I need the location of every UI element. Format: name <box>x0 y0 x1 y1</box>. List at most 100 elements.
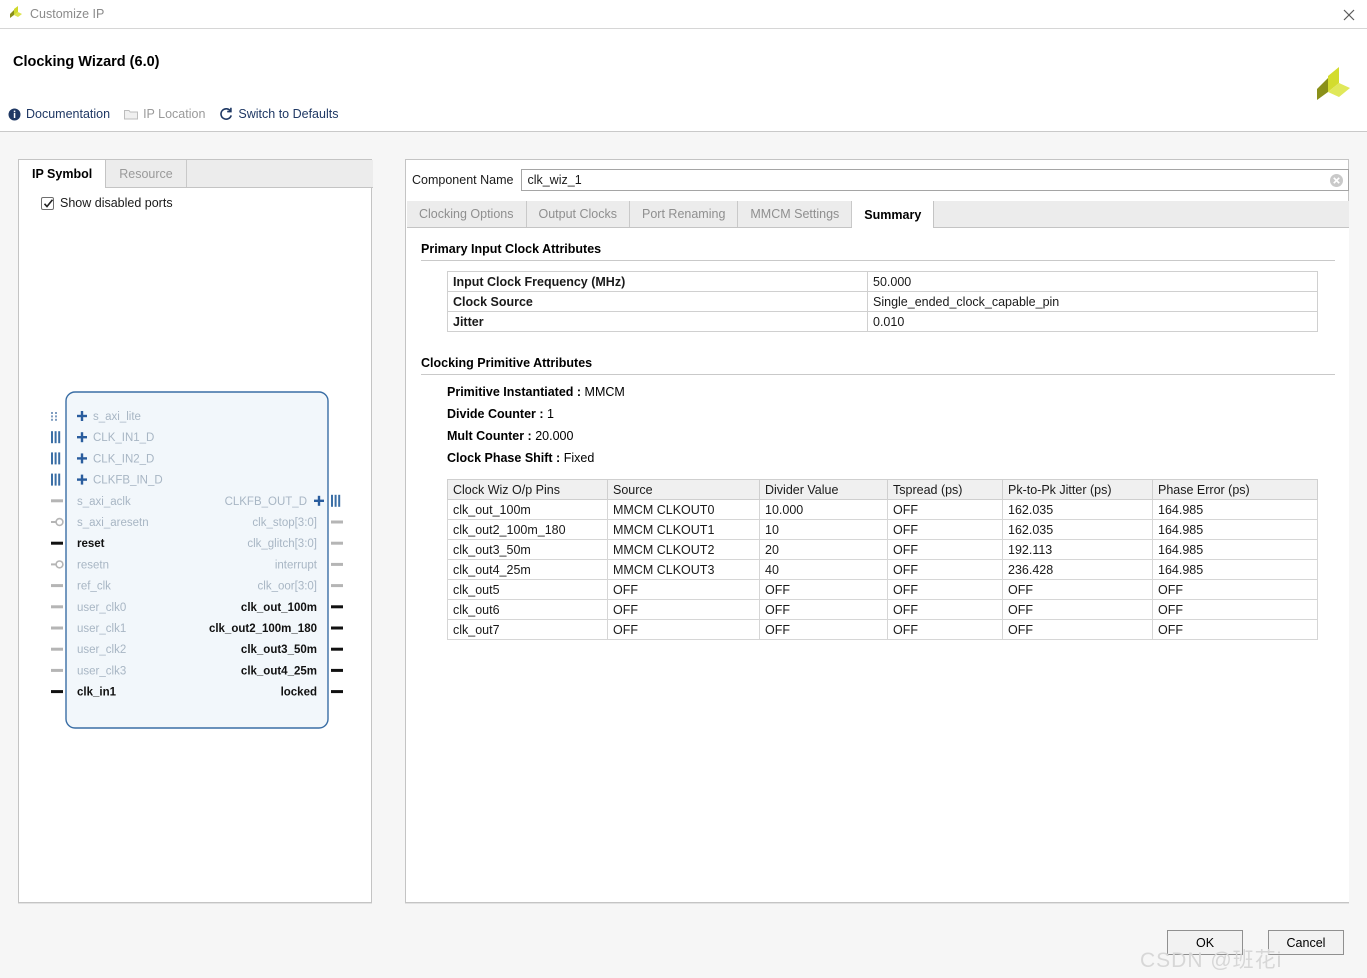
table-cell: OFF <box>887 559 1003 580</box>
port-connector-bus-solid-icon <box>51 473 61 486</box>
table-cell: 164.985 <box>1152 499 1318 520</box>
port-connector-bus-dotted-icon <box>51 412 57 421</box>
component-name-input[interactable]: clk_wiz_1 <box>521 169 1350 191</box>
input-port-label: user_clk0 <box>77 602 126 614</box>
input-port-label: resetn <box>77 559 109 571</box>
output-port-label: CLKFB_OUT_D <box>225 496 307 508</box>
table-cell: OFF <box>607 579 760 600</box>
table-header-row: Clock Wiz O/p Pins Source Divider Value Tsp… <box>447 479 1318 500</box>
clear-circle-icon[interactable] <box>1329 173 1344 191</box>
attribute-value: 0.010 <box>867 311 1318 332</box>
xilinx-brand-logo-icon <box>1312 65 1352 108</box>
table-cell: OFF <box>887 619 1003 640</box>
switch-to-defaults-button[interactable]: Switch to Defaults <box>219 107 338 121</box>
ok-button[interactable]: OK <box>1167 930 1243 955</box>
primary-input-clock-table: Input Clock Frequency (MHz) 50.000 Clock S… <box>447 271 1318 332</box>
table-row[interactable]: clk_out5 OFF OFF OFF OFF OFF <box>447 579 1318 600</box>
attribute-value: 50.000 <box>867 271 1318 292</box>
ip-symbol-panel: IP Symbol Resource Show disabled ports s… <box>18 159 373 903</box>
summary-content: Primary Input Clock Attributes Input Clo… <box>407 228 1349 902</box>
column-header[interactable]: Divider Value <box>759 479 888 500</box>
page-title: Clocking Wizard (6.0) <box>13 54 160 70</box>
output-port-label: clk_out2_100m_180 <box>209 623 317 635</box>
section-divider <box>421 374 1335 375</box>
table-row[interactable]: clk_out_100m MMCM CLKOUT0 10.000 OFF 162.035… <box>447 499 1318 520</box>
table-cell: OFF <box>1152 579 1318 600</box>
table-cell: OFF <box>1002 619 1153 640</box>
output-port-label: interrupt <box>275 559 318 571</box>
column-header[interactable]: Source <box>607 479 760 500</box>
table-cell: MMCM CLKOUT2 <box>607 539 760 560</box>
clock-output-table: Clock Wiz O/p Pins Source Divider Value Tsp… <box>447 479 1318 640</box>
table-cell: 20 <box>759 539 888 560</box>
header-band: Clocking Wizard (6.0) Documentation IP L… <box>0 29 1367 132</box>
table-cell: clk_out7 <box>447 619 608 640</box>
ip-location-label: IP Location <box>143 107 206 121</box>
documentation-button[interactable]: Documentation <box>8 107 110 121</box>
tab-summary-label: Summary <box>864 207 922 222</box>
input-port-label: CLKFB_IN_D <box>93 475 163 487</box>
table-cell: 236.428 <box>1002 559 1153 580</box>
input-port-label: user_clk3 <box>77 665 126 677</box>
input-port-label: user_clk1 <box>77 623 126 635</box>
table-cell: OFF <box>759 579 888 600</box>
primitive-attribute: Mult Counter : 20.000 <box>447 429 1349 443</box>
table-row[interactable]: clk_out3_50m MMCM CLKOUT2 20 OFF 192.113 164.… <box>447 539 1318 560</box>
tab-output-clocks[interactable]: Output Clocks <box>527 201 631 227</box>
table-row: Input Clock Frequency (MHz) 50.000 <box>447 271 1318 292</box>
ok-button-label: OK <box>1195 935 1215 950</box>
dialog-body: IP Symbol Resource Show disabled ports s… <box>0 132 1367 916</box>
documentation-label: Documentation <box>26 107 111 121</box>
table-cell: OFF <box>887 579 1003 600</box>
input-port-label: s_axi_lite <box>93 411 141 423</box>
output-port-label: locked <box>281 687 317 699</box>
tab-clocking-options[interactable]: Clocking Options <box>407 201 527 227</box>
tab-port-renaming[interactable]: Port Renaming <box>630 201 739 227</box>
primitive-attribute: Divide Counter : 1 <box>447 407 1349 421</box>
input-port-label: s_axi_aresetn <box>77 517 149 529</box>
table-cell: 164.985 <box>1152 519 1318 540</box>
input-port-label: clk_in1 <box>77 687 117 699</box>
column-header[interactable]: Clock Wiz O/p Pins <box>447 479 608 500</box>
primitive-attribute-key: Primitive Instantiated : <box>447 385 585 399</box>
output-port-label: clk_out_100m <box>241 602 317 614</box>
table-cell: OFF <box>1152 599 1318 620</box>
component-name-label: Component Name <box>412 173 514 187</box>
column-header[interactable]: Tspread (ps) <box>887 479 1003 500</box>
tab-port-renaming-label: Port Renaming <box>642 207 726 221</box>
component-name-row: Component Name clk_wiz_1 <box>406 160 1350 200</box>
column-header[interactable]: Pk-to-Pk Jitter (ps) <box>1002 479 1153 500</box>
input-port-label: reset <box>77 538 105 550</box>
table-row[interactable]: clk_out2_100m_180 MMCM CLKOUT1 10 OFF 162.03… <box>447 519 1318 540</box>
table-cell: 162.035 <box>1002 519 1153 540</box>
column-header[interactable]: Phase Error (ps) <box>1152 479 1318 500</box>
output-port-label: clk_glitch[3:0] <box>247 538 317 550</box>
tab-mmcm-settings-label: MMCM Settings <box>750 207 840 221</box>
close-icon[interactable] <box>1341 7 1357 23</box>
table-row[interactable]: clk_out7 OFF OFF OFF OFF OFF <box>447 619 1318 640</box>
table-row[interactable]: clk_out4_25m MMCM CLKOUT3 40 OFF 236.428 164.… <box>447 559 1318 580</box>
primitive-attribute: Clock Phase Shift : Fixed <box>447 451 1349 465</box>
table-cell: 162.035 <box>1002 499 1153 520</box>
table-cell: OFF <box>1152 619 1318 640</box>
port-connector-bus-solid-icon <box>51 431 61 444</box>
input-port-label: s_axi_aclk <box>77 496 131 508</box>
input-port-label: CLK_IN1_D <box>93 432 154 444</box>
ip-location-button[interactable]: IP Location <box>124 107 205 121</box>
clocking-primitive-title: Clocking Primitive Attributes <box>421 356 593 370</box>
window-title-bar: Customize IP <box>0 0 1367 29</box>
tab-mmcm-settings[interactable]: MMCM Settings <box>738 201 853 227</box>
table-cell: OFF <box>607 619 760 640</box>
table-cell: 10.000 <box>759 499 888 520</box>
table-row[interactable]: clk_out6 OFF OFF OFF OFF OFF <box>447 599 1318 620</box>
dialog-footer: OK Cancel <box>0 916 1367 978</box>
primitive-attribute-key: Clock Phase Shift : <box>447 451 564 465</box>
cancel-button[interactable]: Cancel <box>1268 930 1344 955</box>
input-port-label: user_clk2 <box>77 644 126 656</box>
table-cell: OFF <box>887 519 1003 540</box>
window-title: Customize IP <box>30 7 105 21</box>
tab-summary[interactable]: Summary <box>852 201 935 228</box>
table-cell: 192.113 <box>1002 539 1153 560</box>
table-cell: 40 <box>759 559 888 580</box>
table-cell: 10 <box>759 519 888 540</box>
